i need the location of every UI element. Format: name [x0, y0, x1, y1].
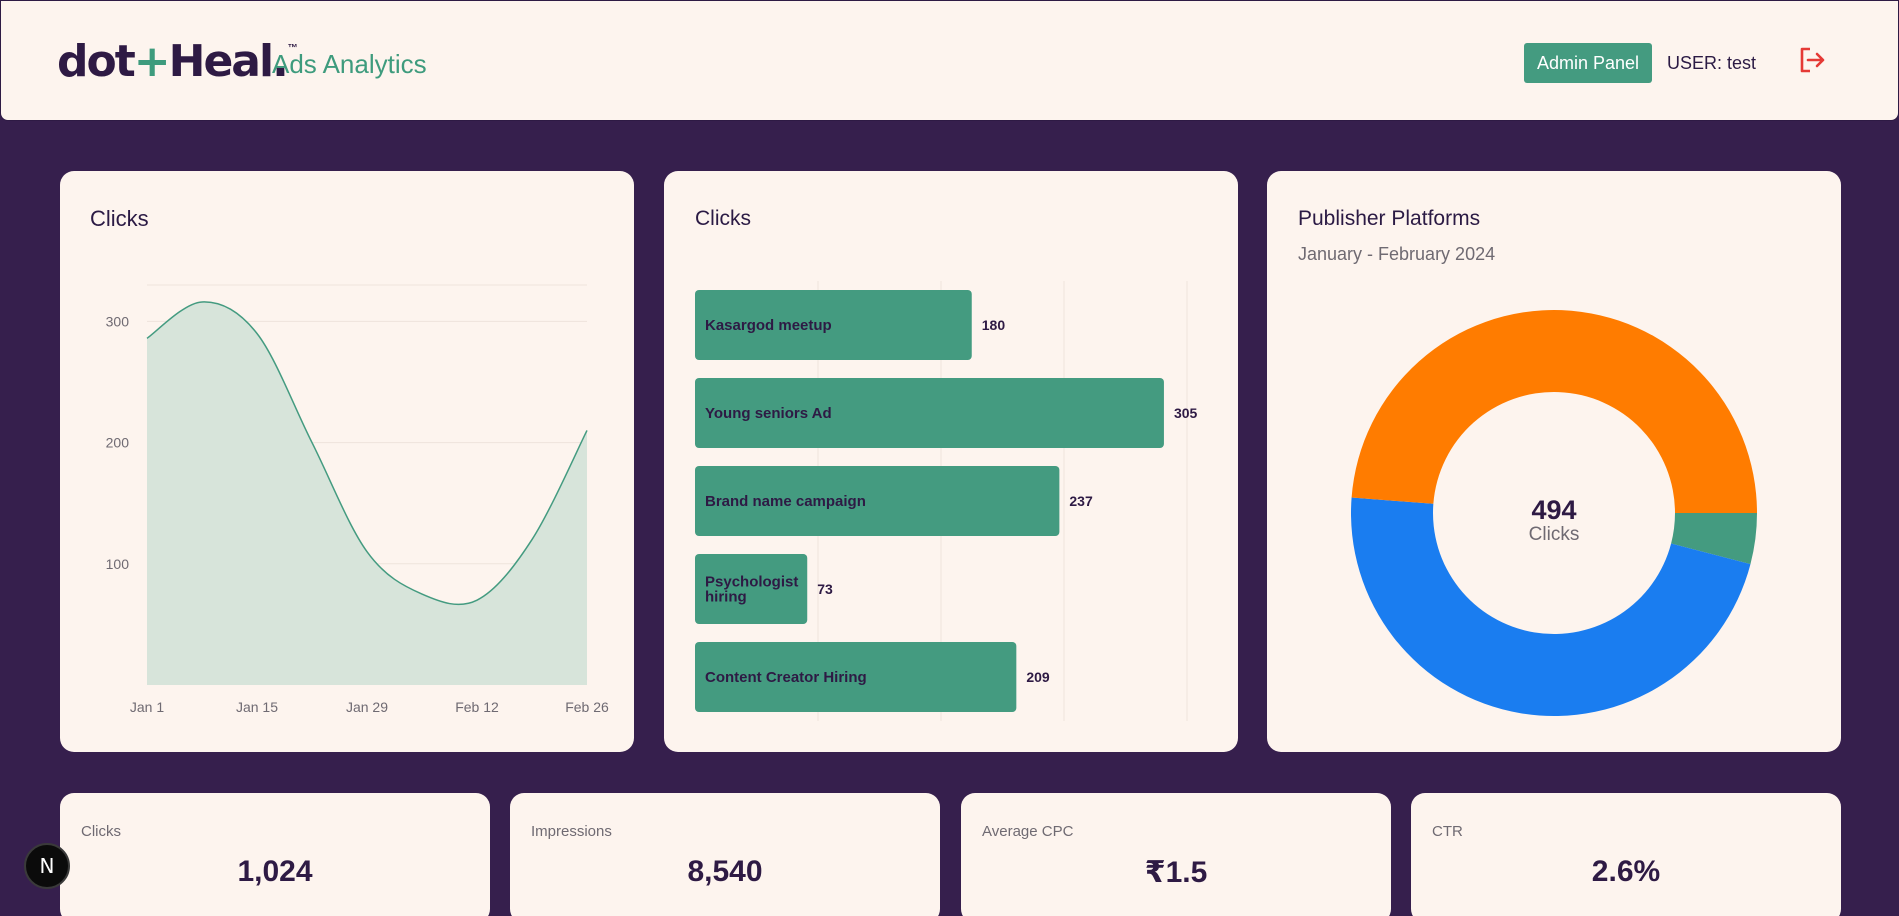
kpi-card-clicks: Clicks 1,024	[60, 793, 490, 916]
bar-value-label: 73	[817, 581, 833, 597]
bar-category-label: Content Creator Hiring	[705, 669, 867, 686]
kpi-label: Clicks	[81, 823, 121, 840]
area-x-tick-label: Jan 1	[130, 699, 164, 715]
bar-category-label: Brand name campaign	[705, 493, 866, 510]
kpi-label: CTR	[1432, 823, 1463, 840]
publisher-platforms-card: Publisher Platforms January - February 2…	[1267, 171, 1841, 752]
donut-slice	[1351, 309, 1757, 513]
bar-value-label: 180	[982, 317, 1006, 333]
bar-value-label: 305	[1174, 405, 1198, 421]
app-title: Ads Analytics	[272, 49, 427, 79]
top-bar: dot+Heal. ™ Ads Analytics Admin Panel US…	[0, 0, 1899, 121]
donut-center-value: 494	[1531, 495, 1577, 525]
kpi-value: ₹1.5	[1144, 856, 1208, 889]
publisher-platforms-donut-chart[interactable]	[1267, 171, 1841, 752]
kpi-value: 8,540	[687, 855, 763, 888]
kpi-label: Impressions	[531, 823, 612, 840]
clicks-bar-chart[interactable]: Kasargod meetup 180 Young seniors Ad 305 Bra…	[664, 171, 1238, 752]
donut-center-label: Clicks	[1528, 524, 1580, 545]
bar-category-label: Young seniors Ad	[705, 405, 832, 422]
clicks-bar-chart-card: Clicks Kasargod meetup 180 Young seniors A…	[664, 171, 1238, 752]
area-fill	[147, 301, 587, 685]
logout-icon[interactable]	[1796, 44, 1828, 76]
area-y-tick-label: 100	[106, 556, 130, 572]
nextjs-dev-badge[interactable]: N	[24, 843, 70, 889]
kpi-value: 1,024	[237, 855, 313, 888]
kpi-value: 2.6%	[1591, 855, 1661, 888]
area-y-tick-label: 200	[106, 435, 130, 451]
area-x-tick-label: Feb 26	[565, 699, 609, 715]
clicks-area-chart[interactable]: 100 200 300 Jan 1 Jan 15 Jan 29 Feb 12 Feb 26	[60, 171, 634, 752]
kpi-card-ctr: CTR 2.6%	[1411, 793, 1841, 916]
bar-value-label: 237	[1069, 493, 1093, 509]
admin-panel-button[interactable]: Admin Panel	[1524, 43, 1652, 83]
kpi-card-average-cpc: Average CPC ₹1.5	[961, 793, 1391, 916]
clicks-area-chart-card: Clicks 100 200 300 Jan 1 Jan 15 Jan 29 Feb 12 F…	[60, 171, 634, 752]
logo-text: dot+Heal.	[57, 36, 289, 87]
kpi-card-impressions: Impressions 8,540	[510, 793, 940, 916]
kpi-label: Average CPC	[982, 823, 1074, 840]
bar-category-label: hiring	[705, 589, 747, 606]
area-y-tick-label: 300	[106, 313, 130, 329]
bar-value-label: 209	[1026, 669, 1050, 685]
dotheal-logo[interactable]: dot+Heal. ™	[57, 39, 298, 85]
user-label: USER: test	[1667, 53, 1757, 73]
area-x-tick-label: Feb 12	[455, 699, 499, 715]
bar-category-label: Kasargod meetup	[705, 317, 832, 334]
area-x-tick-label: Jan 15	[236, 699, 278, 715]
area-x-tick-label: Jan 29	[346, 699, 388, 715]
